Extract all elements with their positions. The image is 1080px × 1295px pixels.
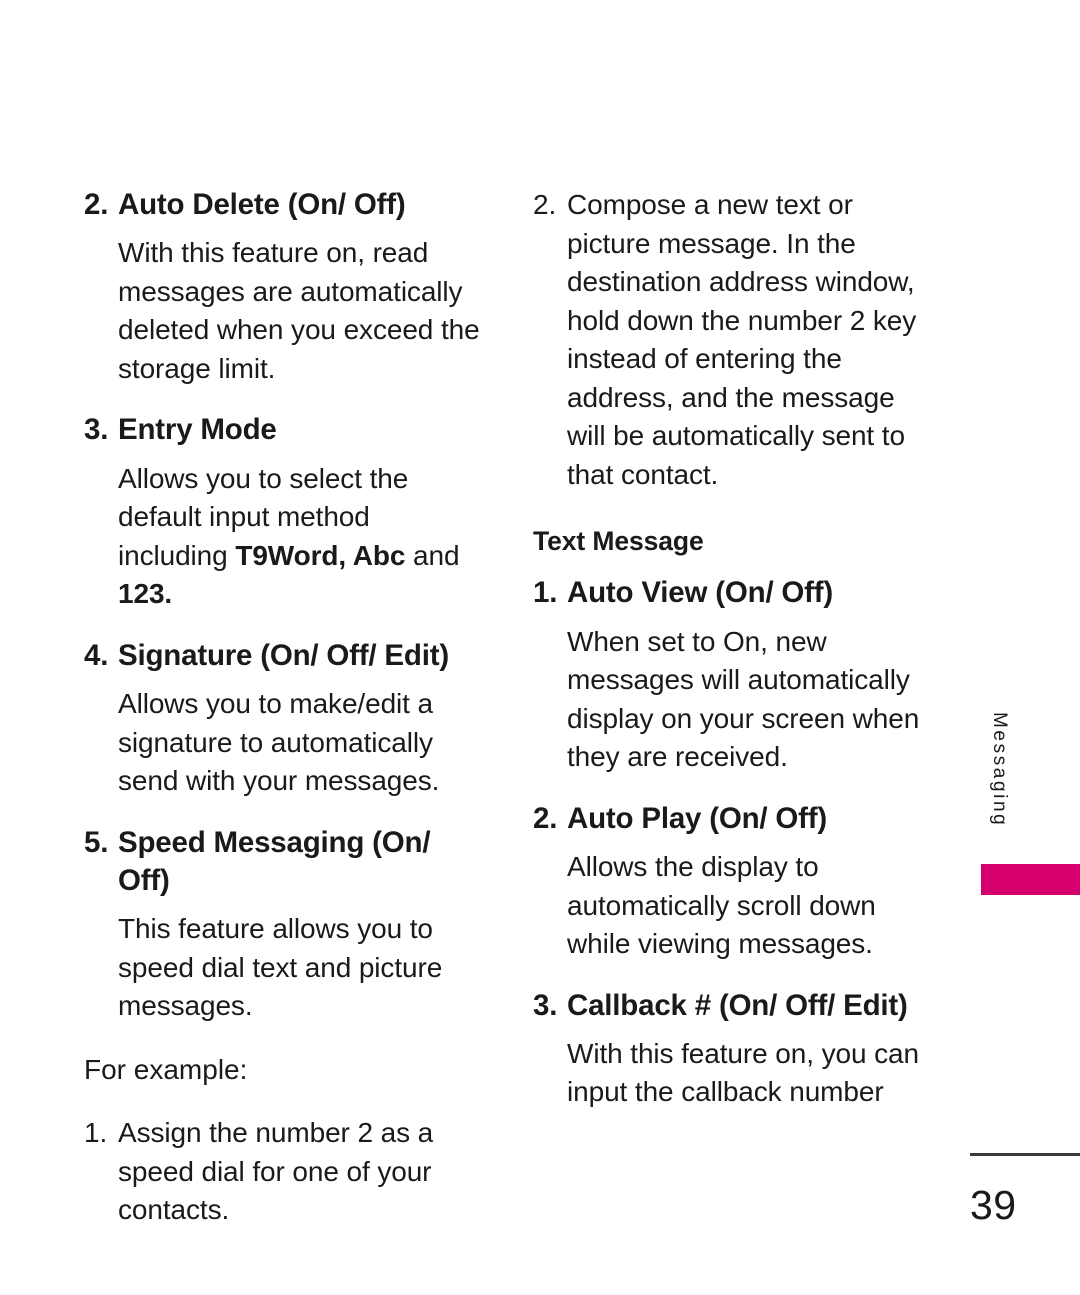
body-emphasis-123: 123. [118,578,173,610]
heading-text: Entry Mode [118,413,277,447]
list-number: 5. [84,825,109,859]
left-text-column: 2. Auto Delete (On/ Off) With this featu… [84,186,484,1230]
list-number: 2. [533,189,557,220]
body-entry-mode: Allows you to select the default input m… [84,460,484,614]
heading-auto-delete: 2. Auto Delete (On/ Off) [84,186,484,224]
list-number: 2. [84,188,109,221]
right-text-column: 2. Compose a new text or picture message… [533,186,933,1112]
body-emphasis-t9word: T9Word, Abc [235,539,406,571]
side-tab-label-messaging: Messaging [989,712,1010,828]
manual-page: 2. Auto Delete (On/ Off) With this featu… [0,0,1080,1295]
heading-auto-play: 2. Auto Play (On/ Off) [533,800,933,838]
footer-divider [970,1153,1080,1156]
body-text: Assign the number 2 as a speed dial for … [118,1117,434,1226]
heading-text: Auto Delete (On/ Off) [118,188,406,221]
list-number: 4. [84,638,109,672]
section-heading-text-message: Text Message [533,526,704,556]
list-number: 3. [84,413,109,447]
body-auto-view: When set to On, new messages will automa… [567,625,920,773]
body-signature: Allows you to make/edit a signature to a… [118,688,440,797]
heading-signature: 4. Signature (On/ Off/ Edit) [84,637,484,675]
body-segment: and [405,539,460,571]
list-number: 1. [533,576,558,610]
page-number: 39 [970,1182,1017,1228]
example-step-2: 2. Compose a new text or picture message… [533,186,933,494]
heading-text: Signature (On/ Off/ Edit) [118,638,449,672]
heading-speed-messaging: 5. Speed Messaging (On/ Off) [84,824,484,901]
heading-auto-view: 1. Auto View (On/ Off) [533,574,933,612]
for-example-label: For example: [84,1053,248,1085]
heading-text: Callback # (On/ Off/ Edit) [567,988,908,1022]
body-auto-delete: With this feature on, read messages are … [118,237,480,384]
body-auto-play: Allows the display to automatically scro… [567,851,876,960]
heading-text: Auto Play (On/ Off) [567,801,828,835]
body-text: Compose a new text or picture message. I… [567,189,917,490]
body-speed-messaging: This feature allows you to speed dial te… [118,913,443,1022]
list-number: 3. [533,988,558,1022]
heading-text: Auto View (On/ Off) [567,576,834,610]
list-number: 2. [533,801,558,835]
example-step-1: 1. Assign the number 2 as a speed dial f… [84,1114,484,1230]
heading-text: Speed Messaging (On/ Off) [118,825,431,897]
heading-callback: 3. Callback # (On/ Off/ Edit) [533,987,933,1025]
body-callback: With this feature on, you can input the … [567,1037,919,1108]
heading-entry-mode: 3. Entry Mode [84,411,484,449]
side-tab-accent-bar [981,864,1080,895]
list-number: 1. [84,1117,108,1149]
